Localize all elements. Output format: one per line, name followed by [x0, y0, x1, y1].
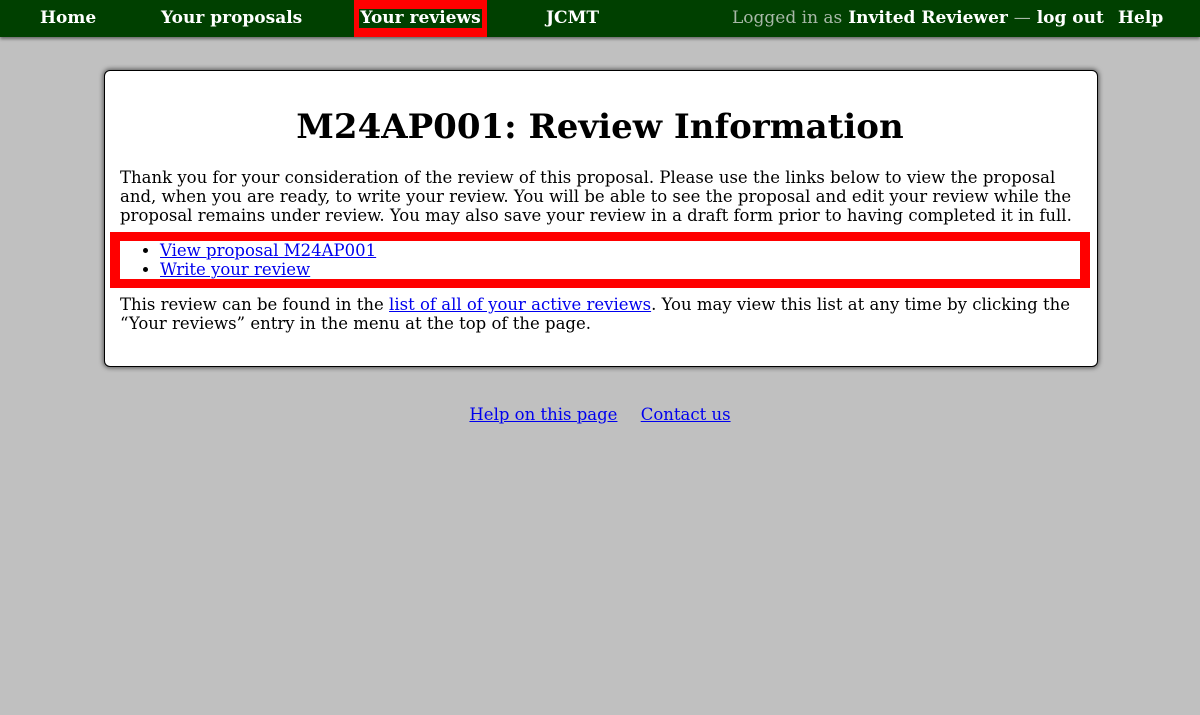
nav-your-reviews-link[interactable]: Your reviews: [359, 9, 482, 28]
review-links-list: View proposal M24AP001 Write your review: [120, 241, 1080, 279]
logged-in-as-label: Logged in as: [732, 8, 843, 28]
nav-help-link[interactable]: Help: [1118, 0, 1163, 37]
top-nav-bar: Home Your proposals Your reviews JCMT Lo…: [0, 0, 1200, 37]
help-on-this-page-link[interactable]: Help on this page: [469, 405, 617, 424]
login-status: Logged in as Invited Reviewer — log out: [732, 0, 1104, 37]
nav-your-proposals-link[interactable]: Your proposals: [161, 0, 302, 37]
nav-your-reviews-highlight: Your reviews: [354, 0, 487, 37]
list-item: Write your review: [160, 260, 1080, 279]
view-proposal-link[interactable]: View proposal M24AP001: [160, 241, 376, 260]
nav-jcmt-link[interactable]: JCMT: [546, 0, 599, 37]
active-reviews-paragraph: This review can be found in the list of …: [120, 295, 1085, 333]
logged-in-user-name: Invited Reviewer: [848, 8, 1008, 28]
write-review-link[interactable]: Write your review: [160, 260, 310, 279]
contact-us-link[interactable]: Contact us: [641, 405, 731, 424]
page-title: M24AP001: Review Information: [296, 107, 904, 147]
logout-link[interactable]: log out: [1037, 8, 1104, 28]
active-reviews-list-link[interactable]: list of all of your active reviews: [389, 295, 651, 314]
nav-home-link[interactable]: Home: [40, 0, 96, 37]
login-dash: —: [1013, 8, 1031, 28]
list-item: View proposal M24AP001: [160, 241, 1080, 260]
found-prefix-text: This review can be found in the: [120, 295, 390, 314]
intro-paragraph: Thank you for your consideration of the …: [120, 168, 1072, 225]
footer: Help on this page Contact us: [0, 405, 1200, 425]
links-list-container: View proposal M24AP001 Write your review: [120, 241, 1080, 279]
links-highlight-box: View proposal M24AP001 Write your review: [110, 232, 1090, 288]
